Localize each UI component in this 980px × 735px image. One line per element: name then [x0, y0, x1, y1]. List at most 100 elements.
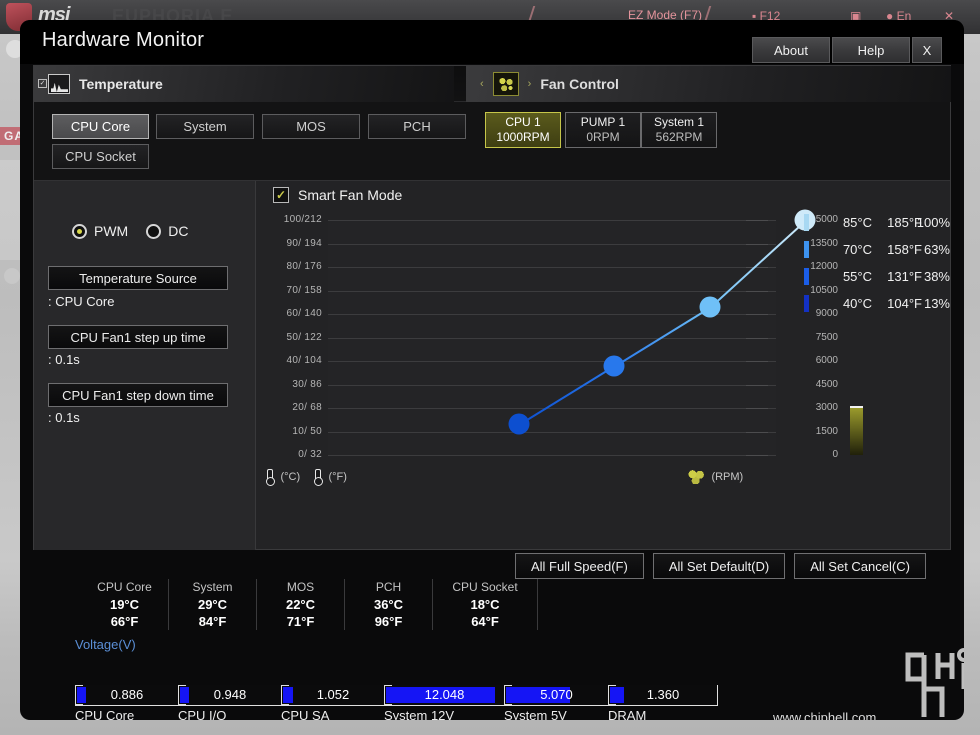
voltage-item-cpu-i-o: 0.948 CPU I/O	[178, 685, 281, 720]
chart-gridline	[328, 291, 776, 292]
fan-tab-pump-1[interactable]: PUMP 1 0RPM	[565, 112, 641, 148]
chart-gridline	[328, 408, 776, 409]
voltage-item-cpu-core: 0.886 CPU Core	[75, 685, 178, 720]
y-axis-tick-temperature: 60/ 140	[286, 308, 322, 319]
about-button[interactable]: About	[752, 37, 830, 63]
step-down-time-value: : 0.1s	[48, 410, 80, 425]
legend-duty-percent: 38%	[923, 269, 950, 284]
readout-celsius: 22°C	[285, 596, 316, 612]
y-axis-tick-temperature: 10/ 50	[292, 426, 322, 437]
checkbox-icon: ✓	[38, 79, 47, 88]
legend-row[interactable]: 70°C 158°F 63%	[804, 236, 950, 263]
decorative-circle	[4, 268, 20, 284]
temp-source-tab-system[interactable]: System	[156, 114, 254, 139]
temp-readout-cpu-core: CPU Core 19°C 66°F	[81, 578, 169, 630]
readout-celsius: 36°C	[373, 596, 404, 612]
action-button-row: All Full Speed(F) All Set Default(D) All…	[515, 553, 926, 579]
chevron-left-icon[interactable]: ‹	[480, 78, 484, 90]
y-axis-tick-rpm: 3000	[815, 402, 838, 413]
thermometer-celsius-icon	[266, 469, 275, 487]
fan-mode-radio-group: PWM DC	[72, 223, 188, 239]
voltage-label: DRAM	[608, 708, 647, 720]
legend-row[interactable]: 55°C 131°F 38%	[804, 263, 950, 290]
chart-footer-legend: (°C) (°F) (RPM)	[256, 464, 950, 494]
y-axis-tick-rpm: 0	[832, 449, 838, 460]
rpm-tick-dash	[746, 432, 768, 433]
readout-label: PCH	[375, 579, 402, 594]
radio-dc[interactable]: DC	[146, 223, 188, 239]
readout-label: CPU Socket	[452, 579, 518, 594]
fan-curve-segment	[518, 365, 615, 427]
chart-gridline	[328, 432, 776, 433]
temp-source-tab-mos[interactable]: MOS	[262, 114, 360, 139]
rpm-tick-dash	[746, 267, 768, 268]
current-rpm-gauge	[850, 406, 863, 455]
voltage-underline	[504, 705, 608, 706]
legend-celsius: 55°C	[842, 269, 872, 284]
radio-pwm[interactable]: PWM	[72, 223, 128, 239]
voltage-label: CPU I/O	[178, 708, 227, 720]
temp-source-tab-cpu-core[interactable]: CPU Core	[52, 114, 149, 139]
legend-row[interactable]: 85°C 185°F 100%	[804, 209, 950, 236]
fan-curve-point-55c[interactable]	[603, 355, 625, 377]
fan-tab-name: CPU 1	[505, 115, 541, 129]
chevron-right-icon[interactable]: ›	[528, 78, 532, 90]
fan-curve-plot[interactable]: 100/212 15000 90/ 194 13500 80/ 176 12000 70/ …	[284, 209, 863, 460]
fan-tab-system-1[interactable]: System 1 562RPM	[641, 112, 717, 148]
rpm-tick-dash	[746, 314, 768, 315]
readout-fahrenheit: 96°F	[374, 613, 403, 629]
all-set-cancel-button[interactable]: All Set Cancel(C)	[794, 553, 926, 579]
voltage-value: 1.052	[316, 687, 350, 702]
voltage-value: 0.886	[110, 687, 144, 702]
step-down-time-button[interactable]: CPU Fan1 step down time	[48, 383, 228, 407]
fan-tab-rpm: 562RPM	[655, 130, 703, 144]
legend-color-bar	[804, 241, 809, 258]
rpm-tick-dash	[746, 408, 768, 409]
hardware-monitor-window: Hardware Monitor About Help X ✓ Temperat…	[20, 20, 964, 720]
close-button[interactable]: X	[912, 37, 942, 63]
section-fan-control[interactable]: ‹ › Fan Control	[466, 66, 951, 102]
voltage-item-dram: 1.360 DRAM	[608, 685, 718, 720]
fan-curve-point-70c[interactable]	[699, 296, 721, 318]
chart-gridline	[328, 220, 776, 221]
voltage-value: 1.360	[646, 687, 680, 702]
voltage-label: System 5V	[504, 708, 567, 720]
all-set-default-button[interactable]: All Set Default(D)	[652, 553, 786, 579]
fan-tab-cpu-1[interactable]: CPU 1 1000RPM	[485, 112, 561, 148]
smart-fan-mode-toggle[interactable]: ✓ Smart Fan Mode	[273, 187, 402, 203]
fan-tab-rpm: 0RPM	[586, 130, 620, 144]
page-title: Hardware Monitor	[42, 29, 205, 51]
radio-dc-label: DC	[168, 223, 189, 239]
temp-source-tab-cpu-socket[interactable]: CPU Socket	[52, 144, 149, 169]
unit-fahrenheit-label: (°F)	[328, 470, 347, 483]
section-fan-control-label: Fan Control	[540, 76, 619, 92]
voltage-value: 12.048	[424, 687, 465, 702]
voltage-underline	[75, 705, 178, 706]
readout-fahrenheit: 71°F	[286, 613, 315, 629]
legend-color-bar	[804, 214, 809, 231]
y-axis-tick-rpm: 7500	[815, 332, 838, 343]
legend-row[interactable]: 40°C 104°F 13%	[804, 290, 950, 317]
temperature-source-button[interactable]: Temperature Source	[48, 266, 228, 290]
unit-rpm-label: (RPM)	[711, 470, 744, 483]
voltage-underline	[608, 705, 718, 706]
legend-celsius: 70°C	[842, 242, 872, 257]
fan-icon	[492, 72, 519, 96]
checkbox-icon[interactable]: ✓	[273, 187, 289, 203]
help-button[interactable]: Help	[832, 37, 910, 63]
step-up-time-button[interactable]: CPU Fan1 step up time	[48, 325, 228, 349]
window-button-group: About Help X	[752, 37, 942, 63]
radio-dot-icon	[146, 223, 162, 239]
temp-source-tab-pch[interactable]: PCH	[368, 114, 466, 139]
fan-curve-legend-table: 85°C 185°F 100% 70°C 158°F 63% 55°C 131°…	[804, 209, 950, 317]
legend-duty-percent: 100%	[916, 215, 950, 230]
y-axis-tick-rpm: 6000	[815, 355, 838, 366]
all-full-speed-button[interactable]: All Full Speed(F)	[515, 553, 644, 579]
smart-fan-mode-label: Smart Fan Mode	[298, 187, 403, 203]
section-temperature[interactable]: ✓ Temperature	[34, 66, 454, 102]
legend-duty-percent: 63%	[923, 242, 950, 257]
fan-curve-point-40c[interactable]	[508, 413, 530, 435]
legend-celsius: 40°C	[842, 296, 872, 311]
voltage-section-title: Voltage(V)	[75, 637, 136, 652]
voltage-underline	[178, 705, 281, 706]
